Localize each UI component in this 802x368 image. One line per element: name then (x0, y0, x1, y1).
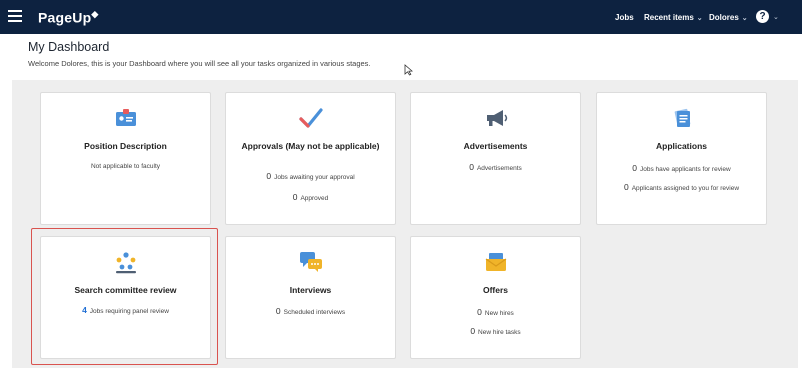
card-line[interactable]: 0 Jobs have applicants for review (605, 164, 758, 174)
card-offers[interactable]: Offers 0 New hires 0 New hire tasks (410, 236, 581, 359)
card-advertisements[interactable]: Advertisements 0 Advertisements (410, 92, 581, 225)
chevron-down-icon[interactable]: ⌄ (773, 13, 779, 21)
card-title: Position Description (84, 141, 167, 151)
committee-people-icon (115, 252, 136, 274)
top-nav-bar: PageUp◆ Jobs Recent items ⌄ Dolores ⌄ ? ⌄ (0, 0, 802, 34)
id-card-icon (115, 109, 136, 126)
nav-recent-items[interactable]: Recent items ⌄ (644, 13, 703, 22)
card-title: Applications (655, 141, 707, 151)
card-title: Search committee review (74, 285, 177, 295)
card-title: Advertisements (463, 141, 528, 151)
card-search-committee-review[interactable]: Search committee review 4 Jobs requiring … (40, 236, 211, 359)
nav-jobs[interactable]: Jobs (615, 13, 634, 22)
envelope-icon (485, 253, 506, 271)
card-title: Interviews (289, 285, 332, 295)
card-line[interactable]: 0 Approved (234, 193, 387, 203)
megaphone-icon (486, 110, 507, 126)
chat-bubbles-icon (299, 252, 322, 272)
card-approvals[interactable]: Approvals (May not be applicable) 0 Jobs … (225, 92, 396, 225)
card-line[interactable]: 0 Advertisements (419, 163, 572, 173)
card-interviews[interactable]: Interviews 0 Scheduled interviews (225, 236, 396, 359)
card-line[interactable]: 0 Jobs awaiting your approval (234, 172, 387, 182)
card-applications[interactable]: Applications 0 Jobs have applicants for r… (596, 92, 767, 225)
card-title: Approvals (May not be applicable) (241, 141, 380, 151)
page-title: My Dashboard (28, 40, 110, 54)
checkmark-icon (298, 108, 323, 128)
card-line[interactable]: 0 New hires (419, 308, 572, 318)
document-stack-icon (674, 108, 690, 127)
mouse-cursor-icon (404, 64, 413, 76)
card-line[interactable]: 0 Scheduled interviews (234, 307, 387, 317)
chevron-down-icon: ⌄ (741, 15, 748, 22)
card-title: Offers (482, 285, 509, 295)
card-line[interactable]: 4 Jobs requiring panel review (49, 306, 202, 316)
card-line[interactable]: 0 New hire tasks (419, 327, 572, 337)
card-position-description[interactable]: Position Description Not applicable to f… (40, 92, 211, 225)
page-subtitle: Welcome Dolores, this is your Dashboard … (28, 59, 371, 68)
hamburger-menu-icon[interactable] (8, 10, 22, 22)
card-line[interactable]: 0 Applicants assigned to you for review (619, 183, 744, 193)
nav-user-dolores[interactable]: Dolores ⌄ (709, 13, 748, 22)
card-line: Not applicable to faculty (90, 163, 160, 170)
chevron-down-icon: ⌄ (696, 15, 703, 22)
help-icon[interactable]: ? (756, 10, 769, 23)
pageup-logo[interactable]: PageUp◆ (38, 9, 98, 26)
